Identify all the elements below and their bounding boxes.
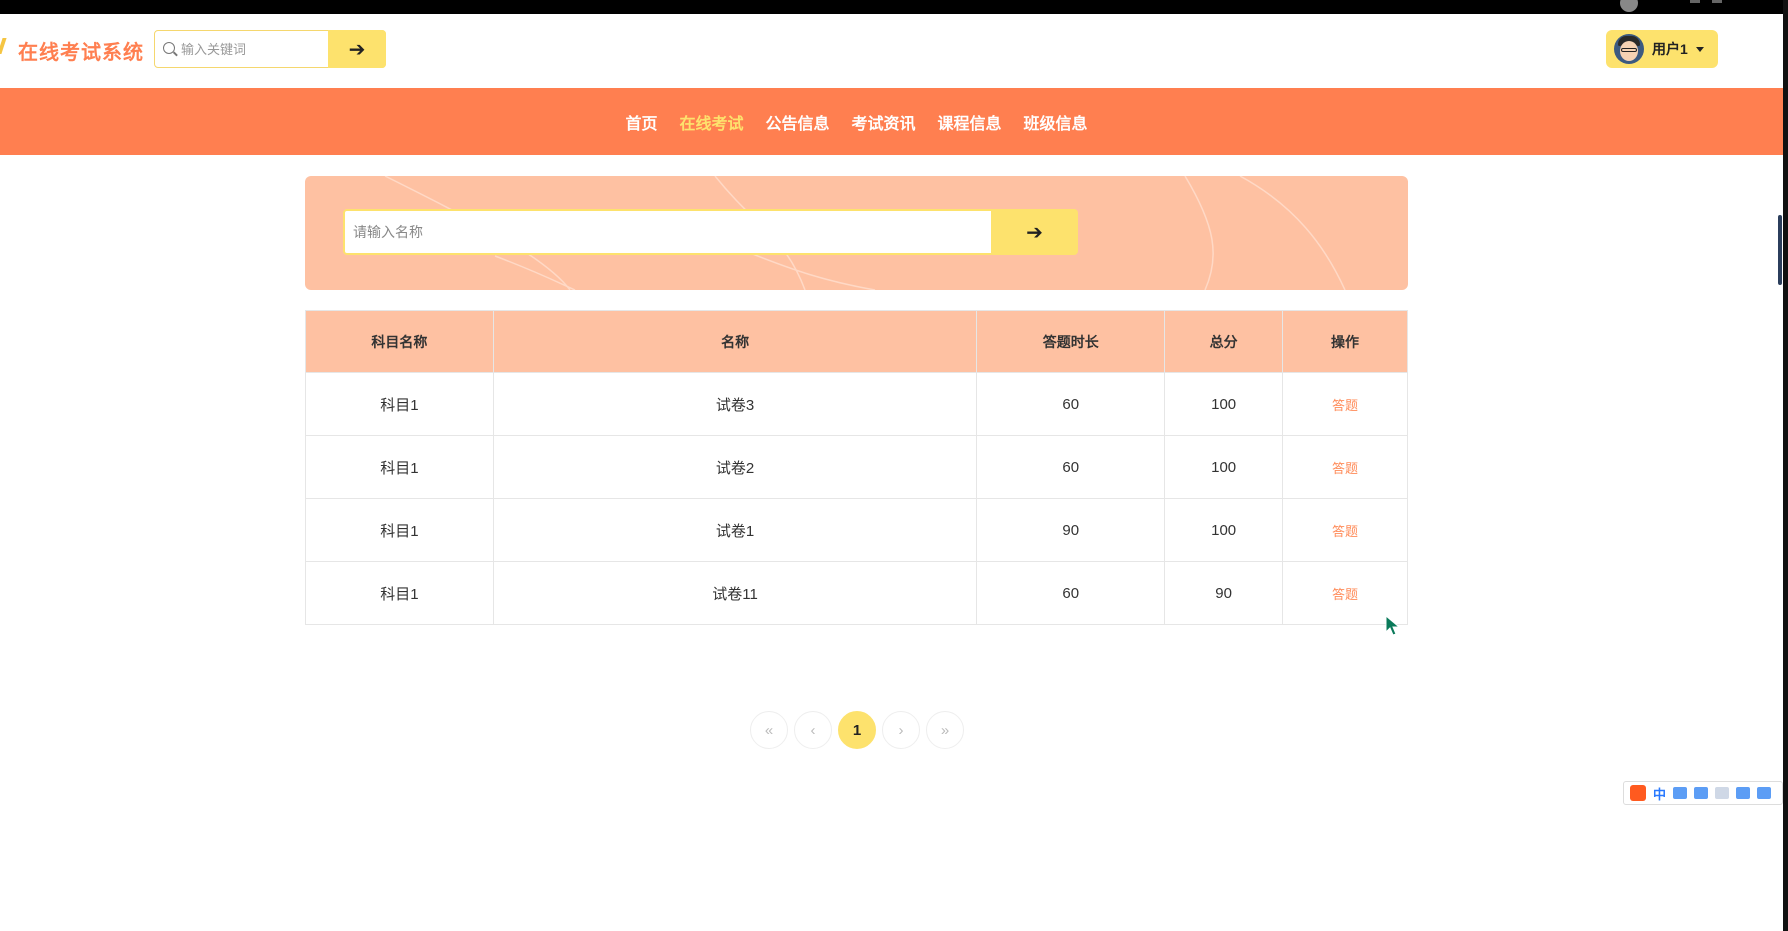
name-search-input[interactable]	[345, 211, 991, 253]
page: 在线考试系统 ➔ 用户1 首页 在线考试 公告信息 考试资讯 课程信息 班级信息	[0, 0, 1788, 931]
nav-item-classes[interactable]: 班级信息	[1024, 110, 1088, 134]
pagination-page-current[interactable]: 1	[838, 711, 876, 749]
main-nav: 首页 在线考试 公告信息 考试资讯 课程信息 班级信息	[0, 88, 1783, 155]
nav-item-announcements[interactable]: 公告信息	[765, 110, 829, 134]
table-row: 科目1 试卷11 60 90 答题	[305, 561, 1408, 625]
pagination-prev-button[interactable]: ‹	[794, 711, 832, 749]
column-header-name: 名称	[492, 310, 978, 373]
cell-subject: 科目1	[305, 498, 494, 562]
header-search-button[interactable]: ➔	[328, 30, 386, 68]
nav-item-courses[interactable]: 课程信息	[938, 110, 1002, 134]
nav-item-online-exam[interactable]: 在线考试	[679, 110, 743, 134]
os-top-strip	[0, 0, 1788, 14]
ime-toolbar: 中	[1623, 781, 1783, 805]
site-header: 在线考试系统 ➔ 用户1	[0, 14, 1783, 88]
avatar	[1614, 34, 1644, 64]
name-search-button[interactable]: ➔	[991, 209, 1078, 255]
cell-score: 100	[1164, 435, 1284, 499]
os-status-icon	[1620, 0, 1638, 12]
column-header-duration: 答题时长	[976, 310, 1166, 373]
settings-icon[interactable]	[1757, 787, 1772, 799]
chevron-down-icon	[1695, 46, 1704, 52]
name-search-box	[343, 209, 993, 255]
exam-table: 科目名称 名称 答题时长 总分 操作 科目1 试卷3 60 100 答题 科目1	[305, 310, 1408, 625]
cell-score: 100	[1164, 498, 1284, 562]
cell-name: 试卷11	[492, 561, 978, 625]
search-banner: ➔	[305, 176, 1408, 290]
os-status-tick	[1690, 0, 1700, 3]
table-header-row: 科目名称 名称 答题时长 总分 操作	[305, 310, 1408, 373]
user-menu-button[interactable]: 用户1	[1606, 30, 1718, 68]
answer-link[interactable]: 答题	[1282, 435, 1408, 499]
cell-score: 100	[1164, 372, 1284, 436]
pagination-first-button[interactable]: «	[750, 711, 788, 749]
cell-subject: 科目1	[305, 435, 494, 499]
table-row: 科目1 试卷3 60 100 答题	[305, 372, 1408, 436]
window-edge	[1783, 0, 1788, 931]
skin-icon[interactable]	[1736, 787, 1751, 799]
logo-icon	[0, 38, 7, 54]
column-header-score: 总分	[1164, 310, 1284, 373]
arrow-right-icon: ➔	[348, 38, 366, 61]
nav-item-home[interactable]: 首页	[625, 110, 657, 134]
table-row: 科目1 试卷2 60 100 答题	[305, 435, 1408, 499]
scrollbar-thumb[interactable]	[1778, 215, 1782, 285]
cell-name: 试卷3	[492, 372, 978, 436]
answer-link[interactable]: 答题	[1282, 498, 1408, 562]
cell-duration: 60	[976, 372, 1166, 436]
search-icon	[163, 42, 175, 54]
keyboard-icon[interactable]	[1694, 787, 1709, 799]
os-status-tick	[1712, 0, 1722, 3]
table-row: 科目1 试卷1 90 100 答题	[305, 498, 1408, 562]
cell-duration: 60	[976, 435, 1166, 499]
cell-subject: 科目1	[305, 372, 494, 436]
column-header-subject: 科目名称	[305, 310, 494, 373]
cell-score: 90	[1164, 561, 1284, 625]
cell-name: 试卷1	[492, 498, 978, 562]
cell-duration: 90	[976, 498, 1166, 562]
ime-punctuation-icon[interactable]	[1673, 787, 1688, 799]
pagination: « ‹ 1 › »	[750, 711, 964, 749]
site-title: 在线考试系统	[18, 42, 144, 64]
arrow-right-icon: ➔	[1026, 221, 1043, 244]
pagination-next-button[interactable]: ›	[882, 711, 920, 749]
cell-duration: 60	[976, 561, 1166, 625]
mouse-cursor-icon	[1385, 615, 1401, 636]
pagination-last-button[interactable]: »	[926, 711, 964, 749]
ime-language-toggle[interactable]: 中	[1653, 784, 1666, 803]
user-name: 用户1	[1652, 41, 1688, 57]
user-icon[interactable]	[1715, 787, 1730, 799]
ime-logo-icon[interactable]	[1630, 785, 1646, 801]
column-header-action: 操作	[1282, 310, 1408, 373]
answer-link[interactable]: 答题	[1282, 372, 1408, 436]
cell-name: 试卷2	[492, 435, 978, 499]
cell-subject: 科目1	[305, 561, 494, 625]
nav-item-exam-news[interactable]: 考试资讯	[852, 110, 916, 134]
